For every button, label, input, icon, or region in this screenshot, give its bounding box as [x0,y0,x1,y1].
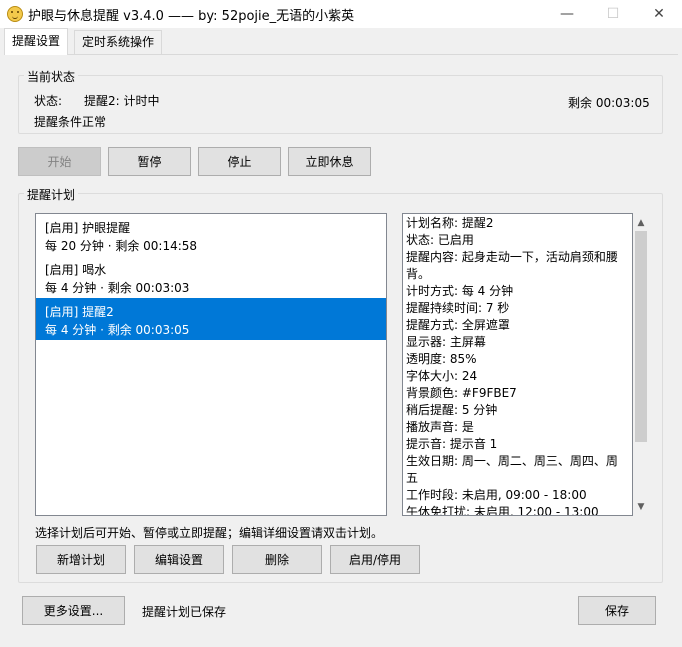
detail-name: 计划名称: 提醒2 [406,216,494,230]
tab-strip-border [4,54,678,55]
scroll-up-icon[interactable]: ▲ [633,215,649,231]
save-button[interactable]: 保存 [578,596,656,625]
title-bar: 护眼与休息提醒 v3.4.0 —— by: 52pojie_无语的小紫英 — ☐… [0,0,682,28]
close-button[interactable]: ✕ [636,0,682,28]
detail-duration: 提醒持续时间: 7 秒 [406,301,510,315]
detail-play-sound: 播放声音: 是 [406,420,474,434]
detail-work-hours: 工作时段: 未启用, 09:00 - 18:00 [406,488,587,502]
saved-status-text: 提醒计划已保存 [142,605,227,619]
maximize-button: ☐ [606,6,620,22]
remaining-time: 剩余 00:03:05 [568,96,650,110]
detail-sound: 提示音: 提示音 1 [406,437,498,451]
list-item-selected[interactable]: [启用] 提醒2 每 4 分钟 · 剩余 00:03:05 [36,298,386,340]
detail-days: 生效日期: 周一、周二、周三、周四、周五 [406,454,618,485]
detail-method: 提醒方式: 全屏遮罩 [406,318,510,332]
detail-opacity: 透明度: 85% [406,352,477,366]
toggle-enable-button[interactable]: 启用/停用 [330,545,420,574]
delete-button[interactable]: 删除 [232,545,322,574]
detail-status: 状态: 已启用 [406,233,474,247]
scroll-thumb[interactable] [635,231,647,442]
rest-now-button[interactable]: 立即休息 [288,147,371,176]
add-plan-button[interactable]: 新增计划 [36,545,126,574]
hint-text: 选择计划后可开始、暂停或立即提醒；编辑详细设置请双击计划。 [35,526,384,540]
more-settings-button[interactable]: 更多设置... [22,596,125,625]
current-status-title: 当前状态 [24,68,79,85]
detail-scrollbar[interactable]: ▲ ▼ [633,213,650,516]
plan-title: [启用] 提醒2 [45,305,114,319]
stop-button[interactable]: 停止 [198,147,281,176]
plan-list[interactable]: [启用] 护眼提醒 每 20 分钟 · 剩余 00:14:58 [启用] 喝水 … [35,213,387,516]
plan-title: [启用] 喝水 [45,263,107,277]
list-item[interactable]: [启用] 喝水 每 4 分钟 · 剩余 00:03:03 [36,256,386,298]
detail-font-size: 字体大小: 24 [406,369,478,383]
status-value: 提醒2: 计时中 [84,94,160,108]
list-item[interactable]: [启用] 护眼提醒 每 20 分钟 · 剩余 00:14:58 [36,214,386,256]
scroll-down-icon[interactable]: ▼ [633,499,649,515]
detail-snooze: 稍后提醒: 5 分钟 [406,403,498,417]
status-label: 状态: [34,94,63,108]
condition-text: 提醒条件正常 [34,115,107,129]
window-title: 护眼与休息提醒 v3.4.0 —— by: 52pojie_无语的小紫英 [28,9,355,24]
detail-timing: 计时方式: 每 4 分钟 [406,284,514,298]
plan-detail-text[interactable]: 计划名称: 提醒2 状态: 已启用 提醒内容: 起身走动一下，活动肩颈和腰背。 … [402,213,633,516]
detail-lunch: 午休免打扰: 未启用, 12:00 - 13:00 [406,505,599,516]
tab-reminder-settings[interactable]: 提醒设置 [4,28,69,55]
detail-bg-color: 背景颜色: #F9FBE7 [406,386,517,400]
detail-display: 显示器: 主屏幕 [406,335,486,349]
pause-button[interactable]: 暂停 [108,147,191,176]
reminder-plan-title: 提醒计划 [24,186,79,203]
plan-subtitle: 每 4 分钟 · 剩余 00:03:05 [45,323,190,337]
minimize-button[interactable]: — [544,0,590,28]
plan-subtitle: 每 20 分钟 · 剩余 00:14:58 [45,239,198,253]
plan-subtitle: 每 4 分钟 · 剩余 00:03:03 [45,281,190,295]
detail-content: 提醒内容: 起身走动一下，活动肩颈和腰背。 [406,250,618,281]
start-button[interactable]: 开始 [18,147,101,176]
edit-settings-button[interactable]: 编辑设置 [134,545,224,574]
tab-scheduled-system-ops[interactable]: 定时系统操作 [74,30,163,54]
plan-title: [启用] 护眼提醒 [45,221,131,235]
smiley-icon [7,6,23,22]
